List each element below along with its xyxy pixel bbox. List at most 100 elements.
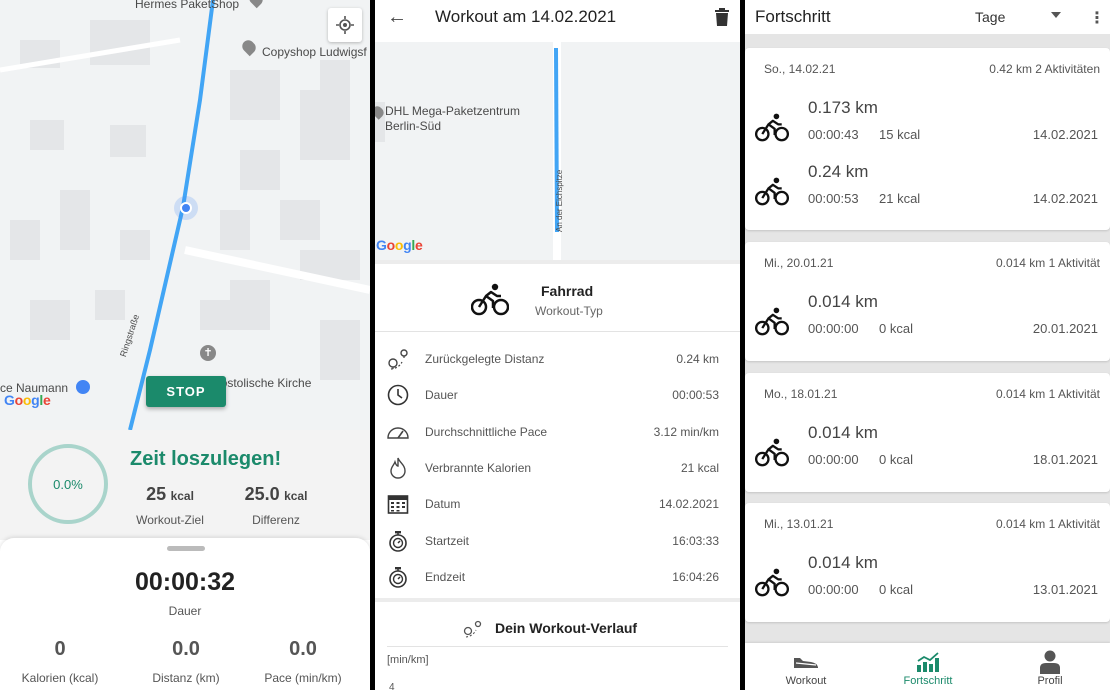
- nav-item-workout[interactable]: Workout: [745, 643, 867, 690]
- goal-headline: Zeit loszulegen!: [130, 448, 282, 470]
- activity-kcal: 0 kcal: [879, 582, 913, 597]
- progress-title: Fortschritt: [755, 7, 831, 26]
- timer-value: 00:00:32: [134, 568, 236, 596]
- nav-item-profile[interactable]: Profil: [989, 643, 1110, 690]
- activity-item[interactable]: 0.014 km 00:00:00 0 kcal 18.01.2021: [745, 417, 1110, 479]
- street-label: An der Eichspitze: [555, 169, 564, 232]
- activity-item[interactable]: 0.24 km 00:00:53 21 kcal 14.02.2021: [745, 156, 1110, 218]
- goal-progress-ring: 0.0%: [28, 444, 108, 524]
- divider: [387, 646, 728, 647]
- detail-row-calories: Verbrannte Kalorien 21 kcal: [375, 450, 740, 486]
- stat-value: 0.0: [289, 638, 317, 660]
- activity-duration: 00:00:53: [808, 191, 859, 206]
- activity-item[interactable]: 0.014 km 00:00:00 0 kcal 20.01.2021: [745, 286, 1110, 348]
- activity-item[interactable]: 0.173 km 00:00:43 15 kcal 14.02.2021: [745, 92, 1110, 154]
- more-vert-icon[interactable]: ⋮: [1089, 8, 1105, 28]
- activity-duration: 00:00:00: [808, 582, 859, 597]
- google-logo: Google: [376, 237, 423, 253]
- stat-label: Distanz (km): [152, 671, 220, 685]
- goal-diff-unit: kcal: [284, 489, 308, 503]
- day-card[interactable]: Mo., 18.01.21 0.014 km 1 Aktivität 0.014…: [745, 373, 1110, 492]
- goal-difference: 25.0 kcal Differenz: [236, 484, 316, 527]
- activity-item[interactable]: 0.014 km 00:00:00 0 kcal 13.01.2021: [745, 547, 1110, 609]
- detail-app-bar: ← Workout am 14.02.2021: [375, 0, 740, 42]
- detail-label: Verbrannte Kalorien: [425, 461, 532, 475]
- trash-icon[interactable]: [715, 8, 729, 26]
- route-map[interactable]: DHL Mega-Paketzentrum Berlin-Süd An der …: [375, 42, 740, 260]
- nav-label: Profil: [1037, 675, 1063, 687]
- nav-label: Fortschritt: [903, 675, 953, 687]
- activity-kcal: 21 kcal: [879, 191, 921, 206]
- stats-bottom-sheet[interactable]: 00:00:32 Dauer 0 Kalorien (kcal) 0.0 Dis…: [0, 538, 370, 690]
- goal-target-value: 25: [146, 484, 167, 504]
- bicycle-icon: [755, 307, 789, 336]
- activity-date: 20.01.2021: [1032, 321, 1098, 336]
- activity-distance: 0.014 km: [808, 292, 878, 311]
- my-location-button[interactable]: [328, 8, 362, 42]
- shop-icon: [76, 380, 90, 394]
- map-label: postolische Kirche: [214, 376, 312, 390]
- detail-row-distance: Zurückgelegte Distanz 0.24 km: [375, 341, 740, 377]
- bicycle-icon: [755, 113, 789, 142]
- map-label: Hermes PaketShop: [135, 0, 240, 11]
- drag-handle[interactable]: [167, 546, 205, 551]
- progress-screen: Fortschritt Tage ⋮ So., 14.02.21 0.42 km…: [745, 0, 1110, 690]
- crosshair-icon: [336, 16, 354, 34]
- progress-app-bar: Fortschritt Tage ⋮: [745, 0, 1110, 34]
- day-header: Mi., 13.01.21: [764, 517, 834, 531]
- activity-date: 13.01.2021: [1032, 582, 1098, 597]
- activity-distance: 0.24 km: [808, 162, 869, 181]
- stat-distance: 0.0 Distanz (km): [126, 638, 246, 685]
- activity-duration: 00:00:43: [808, 127, 859, 142]
- detail-label: Startzeit: [425, 534, 470, 548]
- live-map[interactable]: Hermes PaketShop Copyshop Ludwigsf Rings…: [0, 0, 370, 430]
- activity-duration: 00:00:00: [808, 321, 859, 336]
- stat-label: Pace (min/km): [264, 671, 342, 685]
- activity-kcal: 0 kcal: [879, 452, 913, 467]
- stopwatch-icon: [385, 528, 411, 554]
- shoe-icon: [745, 649, 867, 675]
- activity-date: 14.02.2021: [1032, 127, 1098, 142]
- activity-kcal: 15 kcal: [879, 127, 921, 142]
- stop-button[interactable]: STOP: [146, 376, 226, 407]
- detail-value: 16:03:33: [672, 534, 719, 548]
- goal-target-label: Workout-Ziel: [136, 513, 204, 527]
- bicycle-icon: [755, 568, 789, 597]
- period-dropdown[interactable]: Tage: [975, 9, 1005, 25]
- detail-value: 16:04:26: [672, 570, 719, 584]
- detail-label: Dauer: [425, 388, 458, 402]
- detail-value: 0.24 km: [676, 352, 719, 366]
- detail-value: 3.12 min/km: [653, 425, 719, 439]
- stat-value: 0.0: [172, 638, 200, 660]
- activity-distance: 0.014 km: [808, 553, 878, 572]
- activity-distance: 0.014 km: [808, 423, 878, 442]
- stat-pace: 0.0 Pace (min/km): [243, 638, 363, 685]
- detail-row-pace: Durchschnittliche Pace 3.12 min/km: [375, 414, 740, 450]
- activity-kcal: 0 kcal: [879, 321, 913, 336]
- calendar-icon: [385, 491, 411, 517]
- day-card[interactable]: Mi., 20.01.21 0.014 km 1 Aktivität 0.014…: [745, 242, 1110, 361]
- detail-label: Zurückgelegte Distanz: [425, 352, 545, 366]
- day-summary: 0.014 km 1 Aktivität: [995, 387, 1100, 401]
- speedometer-icon: [385, 419, 411, 445]
- day-card[interactable]: Mi., 13.01.21 0.014 km 1 Aktivität 0.014…: [745, 503, 1110, 622]
- nav-item-progress[interactable]: Fortschritt: [867, 643, 989, 690]
- day-card[interactable]: So., 14.02.21 0.42 km 2 Aktivitäten 0.17…: [745, 48, 1110, 230]
- detail-label: Durchschnittliche Pace: [425, 425, 548, 439]
- detail-label: Datum: [425, 497, 461, 511]
- route-icon: [463, 620, 482, 638]
- day-summary: 0.42 km 2 Aktivitäten: [989, 62, 1100, 76]
- chevron-down-icon[interactable]: [1051, 12, 1061, 18]
- day-summary: 0.014 km 1 Aktivität: [995, 517, 1100, 531]
- map-label: Berlin-Süd: [385, 119, 442, 133]
- current-location-dot: [180, 202, 192, 214]
- live-workout-screen: Hermes PaketShop Copyshop Ludwigsf Rings…: [0, 0, 370, 690]
- google-logo: Google: [4, 392, 51, 408]
- chart-tick-label: 4: [389, 682, 395, 690]
- detail-value: 14.02.2021: [658, 497, 719, 511]
- workout-detail-screen: ← Workout am 14.02.2021 DHL Mega-Paketze…: [375, 0, 740, 690]
- goal-target-unit: kcal: [170, 489, 194, 503]
- activity-date: 18.01.2021: [1032, 452, 1098, 467]
- back-arrow-icon[interactable]: ←: [387, 6, 407, 29]
- day-summary: 0.014 km 1 Aktivität: [995, 256, 1100, 270]
